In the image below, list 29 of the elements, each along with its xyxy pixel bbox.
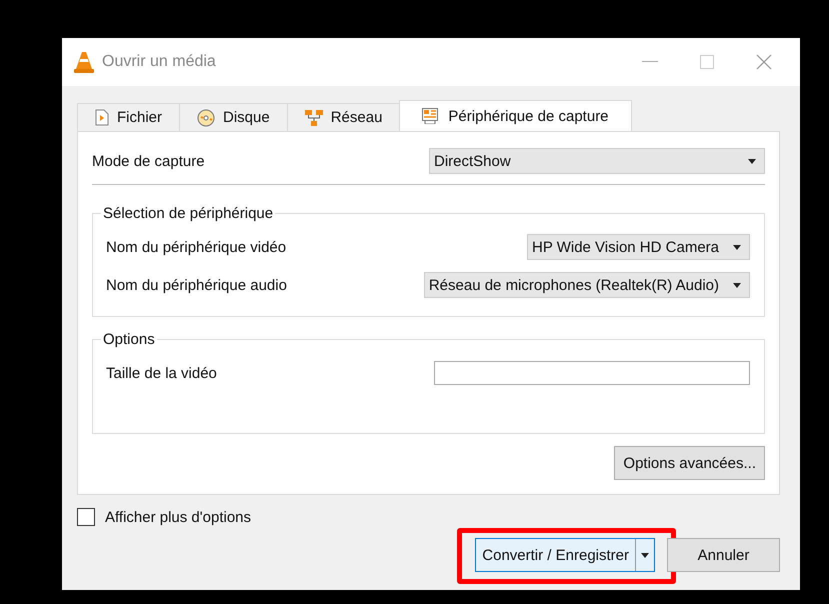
device-dropdown[interactable]: Réseau de microphones (Realtek(R) Audio) <box>424 272 750 298</box>
disc-icon <box>197 108 216 126</box>
tab[interactable]: Fichier <box>77 103 180 131</box>
capture-mode-label: Mode de capture <box>92 152 205 170</box>
video-size-field[interactable] <box>434 361 750 385</box>
minimize-icon[interactable] <box>642 61 658 63</box>
traffic-cone-icon <box>74 51 94 73</box>
group-title: Options <box>102 331 156 348</box>
device-dropdown[interactable]: HP Wide Vision HD Camera <box>526 234 750 260</box>
tab[interactable]: Périphérique de capture <box>399 100 632 131</box>
document-icon <box>95 109 109 126</box>
group-title: Sélection de périphérique <box>102 205 274 222</box>
caret-icon <box>733 245 741 250</box>
device-label: Nom du périphérique audio <box>106 276 287 294</box>
window-title: Ouvrir un média <box>102 53 216 71</box>
close-icon[interactable] <box>756 54 772 70</box>
caret-icon <box>748 159 756 164</box>
cancel-button[interactable]: Annuler <box>667 538 780 572</box>
maximize-icon[interactable] <box>700 55 714 69</box>
caret-icon <box>733 283 741 288</box>
device-label: Nom du périphérique vidéo <box>106 238 286 256</box>
network-icon <box>304 110 323 126</box>
video-size-label: Taille de la vidéo <box>106 364 217 382</box>
checkbox-label: Afficher plus d'options <box>105 508 252 526</box>
convert-split-button[interactable]: Convertir / Enregistrer <box>475 538 655 572</box>
checkbox[interactable] <box>77 508 95 526</box>
advanced-options-button[interactable]: Options avancées... <box>614 446 765 480</box>
capture-mode-dropdown[interactable]: DirectShow <box>429 148 765 174</box>
capture-card-icon <box>422 108 440 124</box>
